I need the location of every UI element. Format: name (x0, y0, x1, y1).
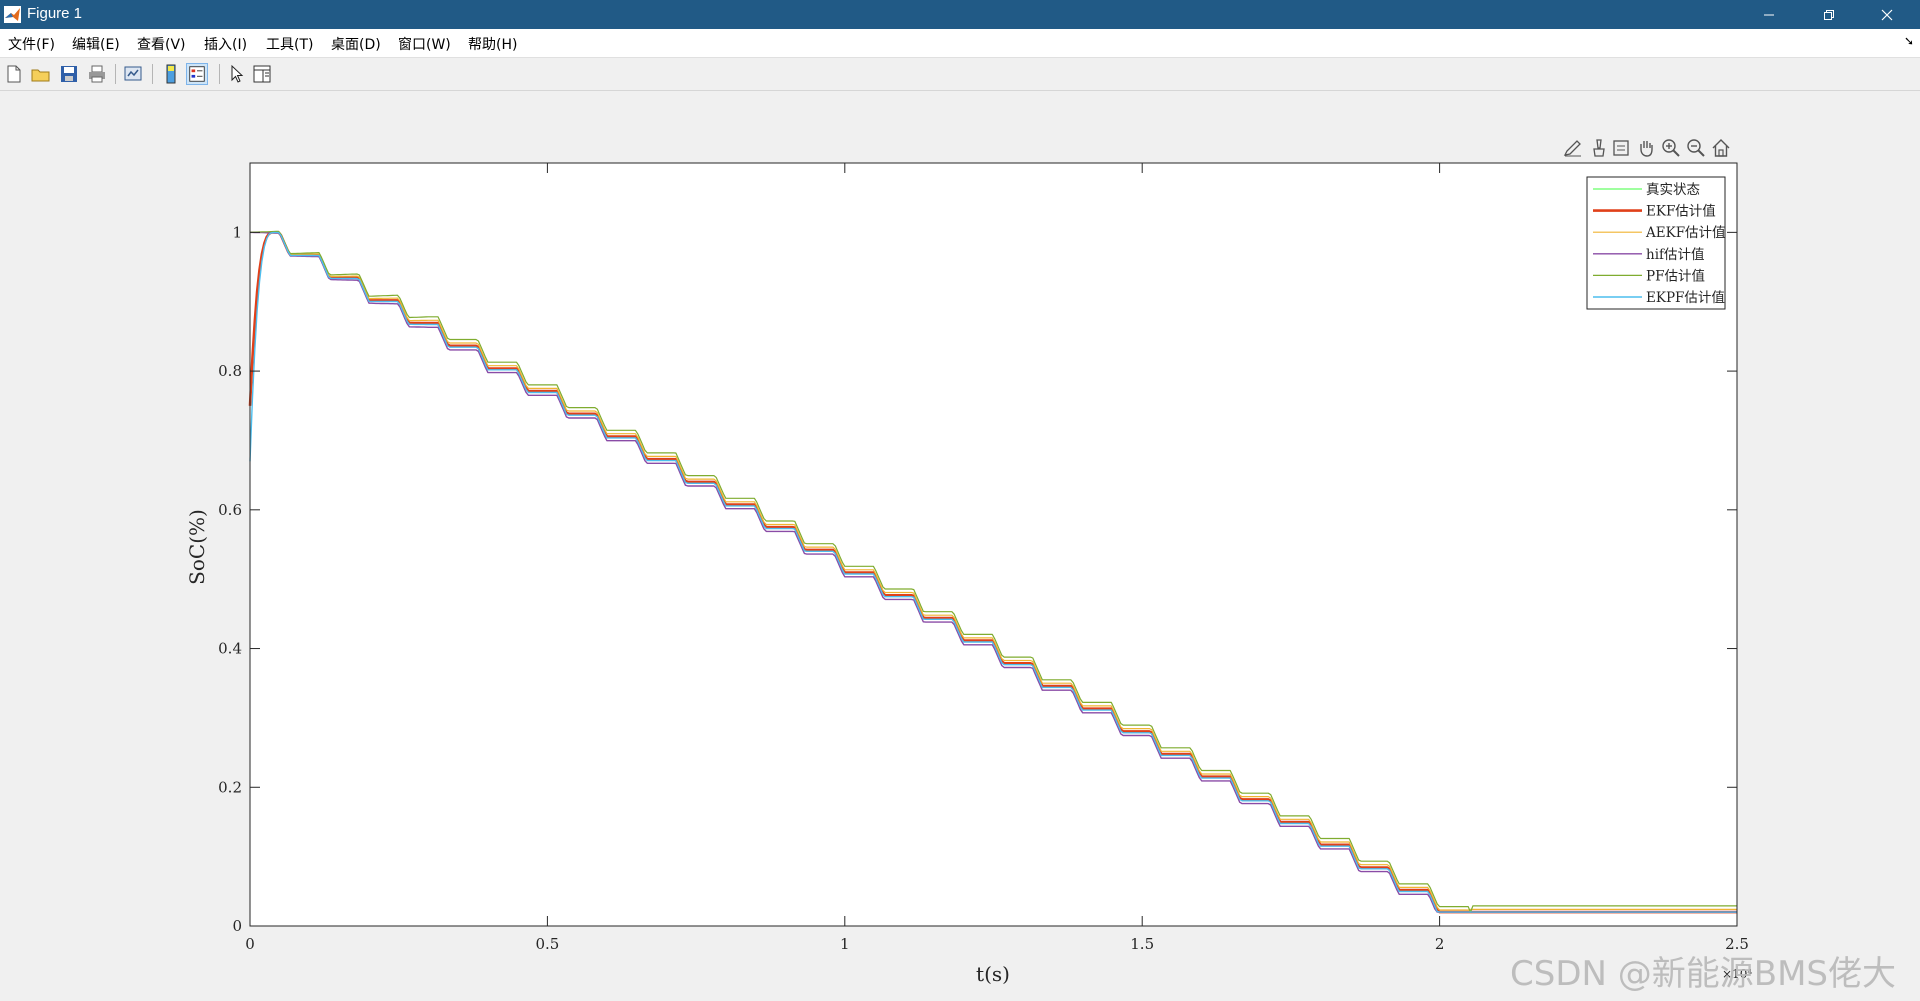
y-tick-label: 0.2 (218, 778, 242, 796)
x-tick-label: 1 (840, 935, 850, 953)
legend-label: 真实状态 (1646, 182, 1700, 198)
legend-label: hif估计值 (1646, 247, 1705, 263)
legend-label: PF估计值 (1646, 268, 1705, 284)
x-tick-label: 0 (245, 935, 255, 953)
y-tick-label: 0.4 (218, 640, 242, 658)
y-tick-label: 0.8 (218, 362, 242, 380)
x-tick-label: 0.5 (535, 935, 559, 953)
legend-label: EKF估计值 (1646, 204, 1716, 220)
y-tick-labels: 0 0.2 0.4 0.6 0.8 1 (218, 223, 242, 935)
legend-label: EKPF估计值 (1646, 290, 1725, 306)
figure-canvas: 0 0.5 1 1.5 2 2.5 00.20.40.60.81 ×10⁴ t(s) So… (185, 162, 1752, 986)
x-axis-label: t(s) (976, 962, 1010, 986)
legend-label: AEKF估计值 (1645, 225, 1726, 241)
y-tick-label: 1 (232, 223, 242, 241)
y-tick-label: 0.6 (218, 501, 242, 519)
legend[interactable]: 真实状态 EKF估计值 AEKF估计值 hif估计值 PF估计值 EKPF估计值 (1586, 176, 1726, 310)
y-tick-label: 0 (232, 917, 242, 935)
watermark: CSDN @新能源BMS佬大 (1510, 954, 1896, 994)
x-tick-label: 2 (1435, 935, 1445, 953)
x-tick-label: 1.5 (1130, 935, 1154, 953)
y-axis-label: SoC(%) (185, 509, 209, 585)
axes-background (250, 163, 1737, 926)
